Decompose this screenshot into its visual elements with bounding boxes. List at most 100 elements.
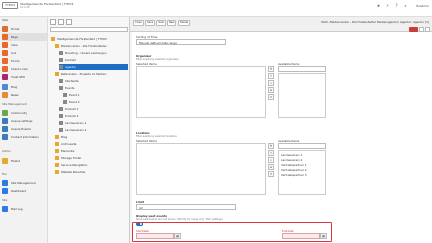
module-acquia-settings[interactable]: Acquia settings [2,117,47,125]
tree-node[interactable]: Produkt 1 [59,106,128,112]
tree-node-label: Medienverein - Die Fürstenfelder [61,44,107,48]
module-list[interactable]: List [2,49,47,57]
location-option[interactable]: Vertriebspartner 2 [281,168,307,172]
module-dashboard[interactable]: Dashboard [2,187,47,195]
page-tree: Stadtgemeinde Fürstenfeld | TYPO3 Medienv… [48,17,130,243]
tree-node[interactable]: Landesverein 1 [59,120,128,126]
tree-node[interactable]: Events [59,85,128,91]
location-selected-list[interactable] [136,143,266,195]
tree-node[interactable]: Event 1 [63,92,128,98]
module-yoast-seo[interactable]: Yoast SEO [2,73,47,81]
tree-node[interactable]: Agentur [59,64,128,70]
tree-node-label: Blog [61,135,68,139]
module-blog[interactable]: Blog [2,83,47,91]
tree-node[interactable]: Stadtgemeinde Fürstenfeld | TYPO3 [51,36,128,42]
module-view[interactable]: View [2,41,47,49]
move-top-icon[interactable]: ⇈ [268,66,274,72]
tree-node[interactable]: Blog [55,134,128,140]
search-icon[interactable]: ⌕ [403,3,408,8]
tree-node[interactable]: Kontakt [59,57,128,63]
tree-node-label: Service-Navigation [61,163,88,167]
dashboard-icon [2,188,8,194]
filter-icon[interactable] [66,19,72,25]
move-up-icon[interactable]: ↑ [268,73,274,79]
move-bottom-icon[interactable]: ⇊ [268,87,274,93]
location-option[interactable]: Landesverein 2 [281,158,302,162]
module-section-label: File [2,172,7,176]
tree-node[interactable]: Storage Folder [55,155,128,161]
move-down-icon[interactable]: ↓ [268,80,274,86]
organizer-controls: ⇈ ↑ ↓ ⇊ ✕ [268,66,274,101]
limit-select[interactable]: All [136,204,236,210]
module-news[interactable]: News [2,91,47,99]
tree-node[interactable]: Produkt 2 [59,113,128,119]
tree-node-label: Referenzen - Projekte im Medien [61,72,107,76]
module-check-links[interactable]: Check Links [2,65,47,73]
remove-icon[interactable]: ✕ [268,94,274,100]
organizer-selected-list[interactable] [136,66,266,118]
user-menu[interactable]: Ifcadmin [416,4,429,8]
tree-node-label: Kontakt [65,58,76,62]
list-icon [2,50,8,56]
page-icon [59,128,63,132]
module-home[interactable]: Home [2,25,47,33]
blog-icon [2,84,8,90]
organizer-search-input[interactable] [278,66,326,72]
tree-node-label: Landesverein 1 [65,121,87,125]
close-button[interactable]: Close [133,20,144,26]
location-option[interactable]: Vertriebspartner 3 [281,173,307,177]
tree-node[interactable]: Elemente [55,148,128,154]
tree-node-label: Events [65,86,75,90]
save-button[interactable]: Save [145,20,156,26]
move-down-icon[interactable]: ↓ [268,157,274,163]
delete-button[interactable]: Delete [178,20,191,26]
module-acquia-events[interactable]: Acquia Events [2,125,47,133]
view-button[interactable]: View [156,20,166,26]
module-label: View [11,43,18,47]
sort-select[interactable]: Manual defined date range [136,39,226,45]
forms-icon [2,58,8,64]
location-option[interactable]: Vertriebspartner 1 [281,163,307,167]
move-bottom-icon[interactable]: ⇊ [268,164,274,170]
news-icon [2,92,8,98]
move-top-icon[interactable]: ⇈ [268,143,274,149]
flash-icon[interactable]: ⚡ [385,3,390,8]
move-up-icon[interactable]: ↑ [268,150,274,156]
tree-node[interactable]: Startseite [59,78,128,84]
site-version: 12.4.16 [20,6,30,9]
organizer-available-list[interactable] [278,73,326,118]
tree-node[interactable]: Archivseite [55,141,128,147]
typo3-logo[interactable]: TYPO3 [2,2,18,9]
new-button[interactable]: New [167,20,177,26]
module-section-label: Site [2,198,8,202]
tree-node[interactable]: Landesverein 2 [59,127,128,133]
module-page[interactable]: Page [2,33,47,41]
tree-node[interactable]: Service-Navigation [55,162,128,168]
location-option[interactable]: Landesverein 1 [281,153,302,157]
page-icon [59,58,63,62]
page-icon [55,72,59,76]
tree-node[interactable]: Medienverein - Die Fürstenfelder [55,43,128,49]
module-community[interactable]: Community [2,109,47,117]
new-page-icon[interactable] [50,19,56,25]
tree-node[interactable]: Referenzen - Projekte im Medien [55,71,128,77]
module-contact-information[interactable]: Contact information [2,133,47,141]
location-search-input[interactable] [278,143,326,149]
tree-node[interactable]: Branding - Unsere Leistungen [59,50,128,56]
tree-filter-input[interactable] [50,27,128,32]
page-icon [55,156,59,160]
module-site-management[interactable]: Site Management [2,179,47,187]
page-icon [63,100,67,104]
location-available-list[interactable]: Landesverein 1 Landesverein 2 Vertriebspar… [278,150,326,195]
breadcrumb: Path: /Medienverein - Die Fürstenfelder … [321,20,429,24]
top-bar: TYPO3 Stadtgemeinde Fürstenfeld | TYPO3 … [0,0,432,17]
tree-node[interactable]: Event 2 [63,99,128,105]
bookmark-icon[interactable]: ★ [376,3,381,8]
remove-icon[interactable]: ✕ [268,171,274,177]
tree-node[interactable]: Website Benutzer [55,169,128,175]
module-forms[interactable]: Forms [2,57,47,65]
reload-icon[interactable] [58,19,64,25]
module-filelist[interactable]: Filelist [2,157,47,165]
help-icon[interactable]: ? [394,3,399,8]
module-mail-log[interactable]: Mail Log [2,205,47,213]
